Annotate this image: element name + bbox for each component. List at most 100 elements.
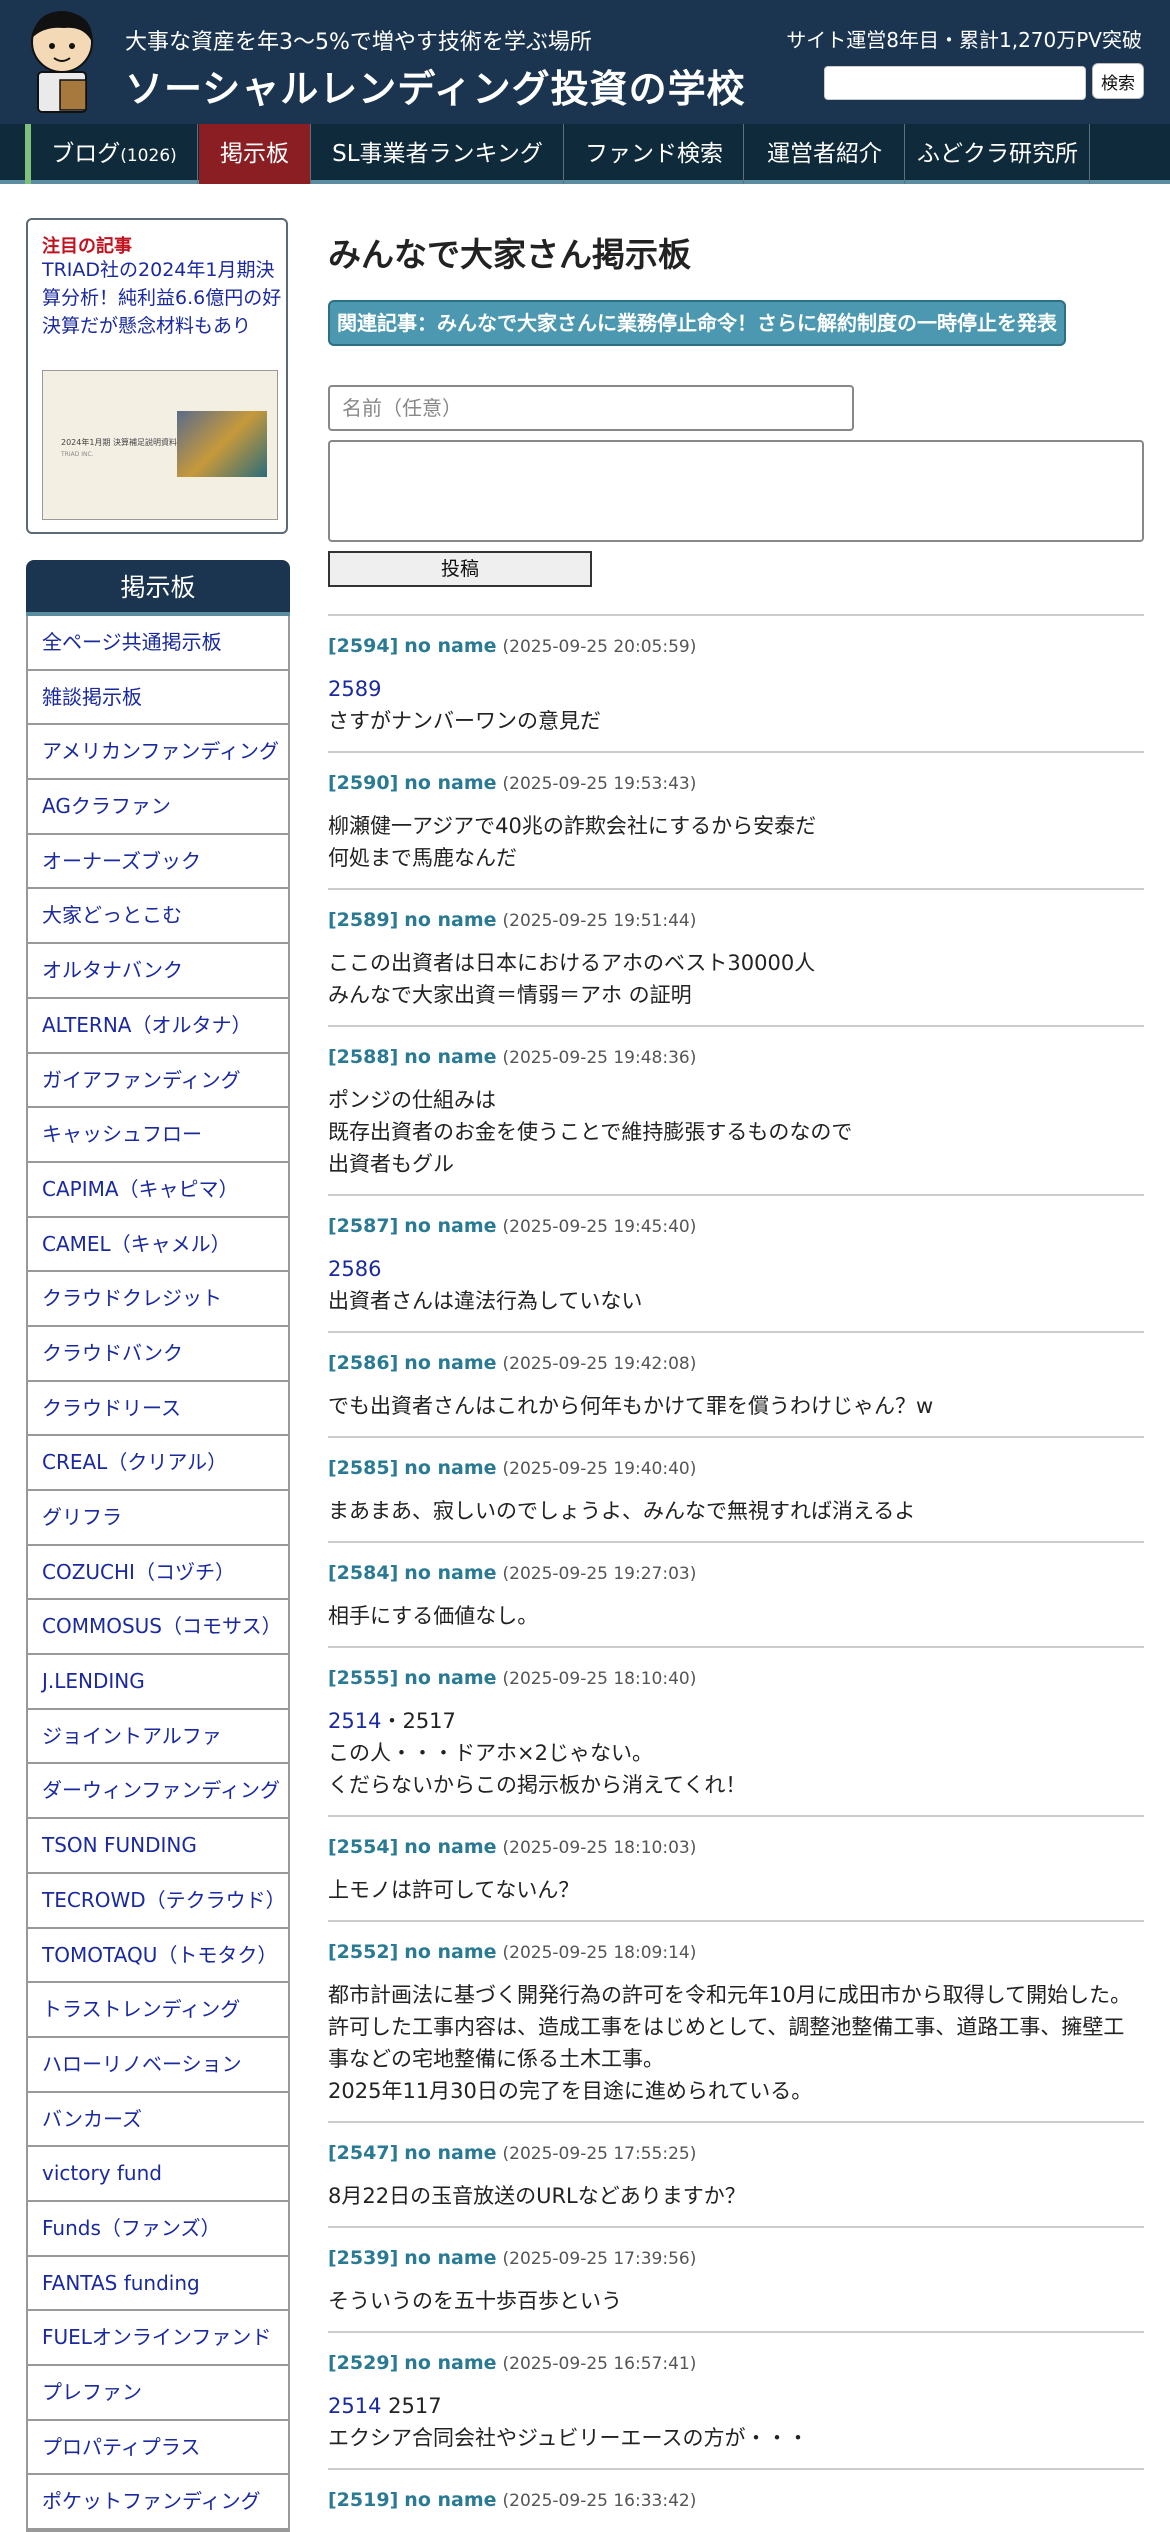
post-line: 2025年11月30日の完了を目途に進められている。 [328,2079,813,2103]
featured-article-link[interactable]: TRIAD社の2024年1月期決算分析！純利益6.6億円の好決算だが懸念材料もあ… [42,256,282,340]
post-item: [2594] no name (2025-09-25 20:05:59) 2589 さ… [328,614,1144,751]
board-link[interactable]: 大家どっとこむ [28,889,288,945]
reply-link[interactable]: 2514 [328,2394,381,2418]
site-title[interactable]: ソーシャルレンディング投資の学校 [125,58,746,113]
post-id[interactable]: [2586] [328,1352,398,1374]
post-timestamp: (2025-09-25 18:10:40) [502,1669,697,1689]
board-link[interactable]: ジョイントアルファ [28,1710,288,1765]
post-line: 既存出資者のお金を使うことで維持膨張するものなので [328,1120,853,1144]
board-link[interactable]: オーナーズブック [28,835,288,890]
post-body: 2586 出資者さんは違法行為していない [328,1253,1144,1317]
board-link[interactable]: ハローリノベーション [28,2038,288,2093]
nav-item-about[interactable]: 運営者紹介 [745,124,905,184]
post-id[interactable]: [2554] [328,1836,398,1858]
reply-link[interactable]: 2514 [328,1709,381,1733]
comment-textarea[interactable] [328,440,1144,542]
post-header: [2552] no name (2025-09-25 18:09:14) [328,1938,1144,1967]
board-link[interactable]: CREAL（クリアル） [28,1436,288,1491]
board-link[interactable]: J.LENDING [28,1655,288,1710]
board-link[interactable]: COMMOSUS（コモサス） [28,1600,288,1656]
nav-item-board[interactable]: 掲示板 [199,124,311,184]
board-link[interactable]: トラストレンディング [28,1983,288,2038]
reply-link[interactable]: 2586 [328,1257,381,1281]
post-item: [2554] no name (2025-09-25 18:10:03) 上モノは許… [328,1815,1144,1920]
board-link[interactable]: クラウドクレジット [28,1272,288,1327]
featured-thumbnail[interactable]: 2024年1月期 決算補足説明資料 TRIAD INC. [42,370,278,520]
nav-item-label: ふどクラ研究所 [917,141,1078,167]
post-line: 出資者もグル [328,1152,454,1176]
post-line: 都市計画法に基づく開発行為の許可を令和元年10月に成田市から取得して開始した。 [328,1983,1132,2007]
site-stats: サイト運営8年目・累計1,270万PV突破 [786,28,1142,52]
board-link[interactable]: FANTAS funding [28,2257,288,2312]
post-item: [2555] no name (2025-09-25 18:10:40) 2514・… [328,1646,1144,1815]
board-link[interactable]: CAPIMA（キャピマ） [28,1163,288,1218]
board-link[interactable]: クラウドバンク [28,1327,288,1382]
board-link[interactable]: victory fund [28,2147,288,2202]
post-id[interactable]: [2584] [328,1562,398,1584]
nav-item-label: 運営者紹介 [767,141,882,167]
post-id[interactable]: [2589] [328,909,398,931]
board-link[interactable]: アメリカンファンディング [28,725,288,781]
board-link[interactable]: FUELオンラインファンド [28,2311,288,2366]
name-field[interactable]: 名前（任意） [328,385,854,431]
board-link[interactable]: プロパティプラス [28,2421,288,2476]
post-item: [2587] no name (2025-09-25 19:45:40) 2586 出… [328,1194,1144,1331]
post-id[interactable]: [2594] [328,635,398,657]
reply-link[interactable]: 2589 [328,677,381,701]
post-button[interactable]: 投稿 [328,551,592,587]
post-id[interactable]: [2529] [328,2352,398,2374]
post-id[interactable]: [2588] [328,1046,398,1068]
board-link[interactable]: ガイアファンディング [28,1054,288,1109]
board-link[interactable]: ダーウィンファンディング [28,1764,288,1820]
post-id[interactable]: [2552] [328,1941,398,1963]
board-link[interactable]: CAMEL（キャメル） [28,1218,288,1273]
board-link[interactable]: プレファン [28,2366,288,2421]
post-id[interactable]: [2585] [328,1457,398,1479]
post-line: くだらないからこの掲示板から消えてくれ！ [328,1773,747,1797]
post-body: 2514・2517 この人・・・ドアホ×2じゃない。 くだらないからこの掲示板から消… [328,1705,1144,1801]
board-link[interactable]: バンカーズ [28,2093,288,2148]
board-link[interactable]: TSON FUNDING [28,1819,288,1874]
post-timestamp: (2025-09-25 19:53:43) [502,774,697,794]
board-link[interactable]: COZUCHI（コヅチ） [28,1546,288,1601]
page-title: みんなで大家さん掲示板 [328,235,691,274]
search-button[interactable]: 検索 [1092,63,1144,99]
board-link[interactable]: 全ページ共通掲示板 [28,616,288,671]
post-timestamp: (2025-09-25 18:09:14) [502,1943,697,1963]
featured-article-card[interactable]: 注目の記事 TRIAD社の2024年1月期決算分析！純利益6.6億円の好決算だが… [26,218,288,534]
nav-item-lab[interactable]: ふどクラ研究所 [906,124,1090,184]
post-line: みんなで大家出資＝情弱＝アホ の証明 [328,983,692,1007]
board-link[interactable]: AGクラファン [28,780,288,835]
post-id[interactable]: [2547] [328,2142,398,2164]
post-id[interactable]: [2555] [328,1667,398,1689]
post-item: [2529] no name (2025-09-25 16:57:41) 2514 … [328,2331,1144,2468]
board-link[interactable]: 雑談掲示板 [28,671,288,726]
post-author: no name [404,1457,497,1479]
board-link[interactable]: クラウドリース [28,1382,288,1437]
post-item: [2589] no name (2025-09-25 19:51:44) ここの出資… [328,888,1144,1025]
related-article-button[interactable]: 関連記事：みんなで大家さんに業務停止命令！さらに解約制度の一時停止を発表 [328,300,1066,346]
post-timestamp: (2025-09-25 19:42:08) [502,1354,697,1374]
board-link[interactable]: グリフラ [28,1491,288,1546]
post-header: [2594] no name (2025-09-25 20:05:59) [328,632,1144,661]
board-link[interactable]: TOMOTAQU（トモタク） [28,1929,288,1984]
post-list: [2594] no name (2025-09-25 20:05:59) 2589 さ… [328,614,1144,2532]
post-id[interactable]: [2539] [328,2247,398,2269]
board-link[interactable]: ALTERNA（オルタナ） [28,999,288,1054]
post-id[interactable]: [2587] [328,1215,398,1237]
nav-item-fund-search[interactable]: ファンド検索 [565,124,744,184]
board-link[interactable]: オルタナバンク [28,944,288,999]
post-id[interactable]: [2519] [328,2489,398,2511]
nav-item-ranking[interactable]: SL事業者ランキング [312,124,564,184]
reply-line: 2514・2517 [328,1705,1144,1737]
board-link[interactable]: キャッシュフロー [28,1108,288,1163]
nav-item-blog[interactable]: ブログ(1026) [31,124,198,184]
board-link[interactable]: Funds（ファンズ） [28,2202,288,2257]
post-id[interactable]: [2590] [328,772,398,794]
search-input[interactable] [824,66,1086,100]
nav-item-label: ブログ [51,141,121,167]
board-link[interactable]: TECROWD（テクラウド） [28,1874,288,1929]
board-link[interactable]: ポケットファンディング [28,2475,288,2531]
mascot-logo-icon[interactable] [24,8,100,114]
post-author: no name [404,1046,497,1068]
